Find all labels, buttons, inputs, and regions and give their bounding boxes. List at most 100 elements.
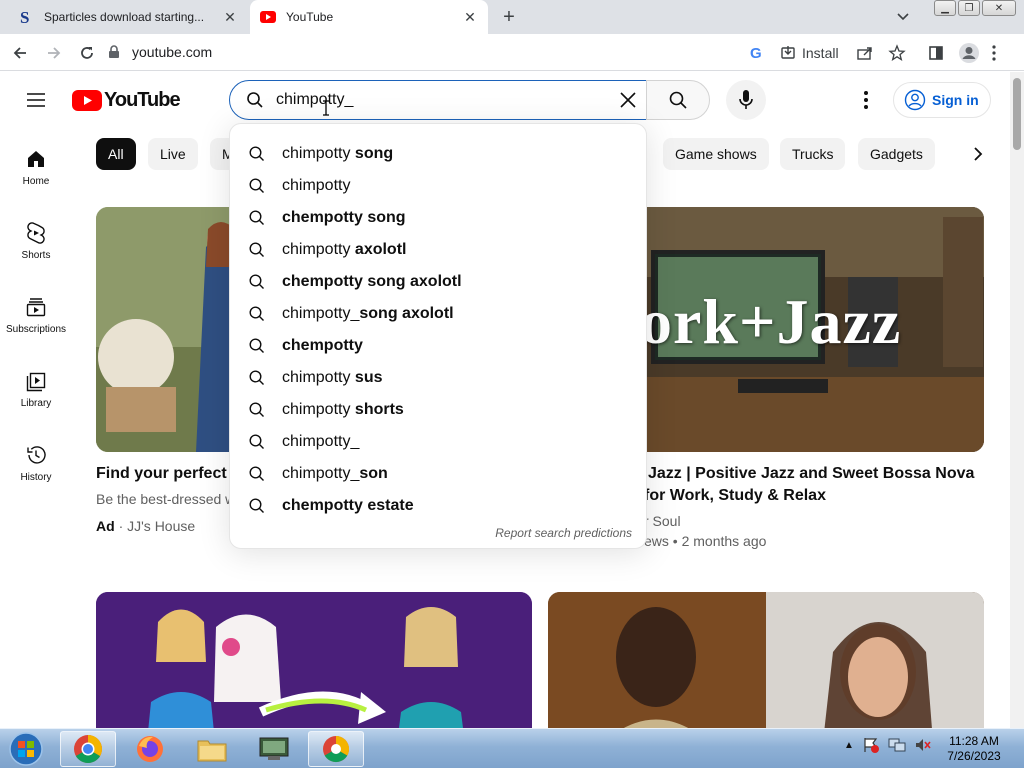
chip-trucks[interactable]: Trucks xyxy=(780,138,846,170)
firefox-icon xyxy=(137,736,163,762)
scrollbar-thumb[interactable] xyxy=(1013,78,1021,150)
suggestion-typed: chimpotty_ xyxy=(282,305,360,322)
search-button[interactable] xyxy=(646,80,710,120)
suggestion-item[interactable]: chempotty song xyxy=(230,202,646,234)
guide-item-library[interactable]: Library xyxy=(0,350,72,424)
voice-search-button[interactable] xyxy=(726,80,766,120)
side-panel-icon[interactable] xyxy=(928,41,944,65)
suggestion-text: chimpotty xyxy=(282,177,350,195)
menu-hamburger-icon[interactable] xyxy=(24,88,48,112)
suggestion-text: chempotty song axolotl xyxy=(282,273,462,291)
taskbar-chrome-alt-button[interactable] xyxy=(308,731,364,767)
guide-label: History xyxy=(20,472,52,483)
search-icon xyxy=(248,145,266,163)
show-hidden-icons-chevron-icon[interactable]: ▲ xyxy=(844,740,854,751)
clock-time: 11:28 AM xyxy=(949,734,999,748)
restore-button[interactable]: ❐ xyxy=(958,0,980,16)
volume-muted-icon[interactable] xyxy=(914,737,932,753)
windows-taskbar: ▲ 11:28 AM 7/26/2023 xyxy=(0,728,1024,768)
video-title[interactable]: Find your perfect R xyxy=(96,463,243,485)
suggestion-item[interactable]: chimpotty sus xyxy=(230,362,646,394)
close-tab-icon[interactable]: ✕ xyxy=(460,7,480,27)
suggestion-text: chempotty xyxy=(282,337,363,355)
chip-all[interactable]: All xyxy=(96,138,136,170)
svg-text:S: S xyxy=(20,9,29,25)
suggestion-completion: chempotty estate xyxy=(282,497,414,514)
chip-gadgets[interactable]: Gadgets xyxy=(858,138,935,170)
bookmark-star-icon[interactable] xyxy=(888,41,906,65)
sign-in-button[interactable]: Sign in xyxy=(893,82,991,118)
suggestion-item[interactable]: chimpotty_song axolotl xyxy=(230,298,646,330)
start-button[interactable] xyxy=(6,731,46,767)
suggestion-item[interactable]: chempotty estate xyxy=(230,490,646,522)
google-icon[interactable]: G xyxy=(749,41,765,65)
back-button[interactable] xyxy=(8,41,32,65)
search-icon xyxy=(248,433,266,451)
video-title-line2[interactable]: for Work, Study & Relax xyxy=(644,485,826,507)
tab-search-chevron-icon[interactable] xyxy=(896,9,914,25)
folder-icon xyxy=(197,740,227,762)
close-tab-icon[interactable]: ✕ xyxy=(220,7,240,27)
search-input[interactable]: chimpotty_ xyxy=(229,80,647,120)
video-stats: ews • 2 months ago xyxy=(644,533,767,549)
report-search-predictions-link[interactable]: Report search predictions xyxy=(495,526,632,540)
suggestion-item[interactable]: chimpotty song xyxy=(230,138,646,170)
tab-youtube[interactable]: YouTube ✕ xyxy=(250,0,488,34)
suggestion-completion: shorts xyxy=(350,401,404,418)
browser-menu-icon[interactable] xyxy=(992,41,996,65)
suggestion-item[interactable]: chempotty song axolotl xyxy=(230,266,646,298)
chevron-right-icon[interactable] xyxy=(966,142,990,166)
suggestion-text: chimpotty_son xyxy=(282,465,388,483)
search-icon xyxy=(248,465,266,483)
taskbar-explorer-button[interactable] xyxy=(184,731,240,767)
suggestion-item[interactable]: chimpotty axolotl xyxy=(230,234,646,266)
guide-item-shorts[interactable]: Shorts xyxy=(0,202,72,276)
suggestion-item[interactable]: chempotty xyxy=(230,330,646,362)
taskbar-firefox-button[interactable] xyxy=(122,731,178,767)
tab-sparticles[interactable]: S Sparticles download starting... ✕ xyxy=(8,0,248,34)
youtube-logo[interactable]: YouTube xyxy=(72,89,181,112)
guide-item-home[interactable]: Home xyxy=(0,128,72,202)
chrome-icon xyxy=(74,735,102,763)
thumbnail-overlay-text: ork+Jazz xyxy=(640,286,902,357)
install-icon xyxy=(781,46,795,59)
library-icon xyxy=(26,372,46,392)
suggestion-item[interactable]: chimpotty_son xyxy=(230,458,646,490)
video-channel[interactable]: r Soul xyxy=(644,513,681,529)
clear-search-icon[interactable] xyxy=(616,88,640,112)
chip-live[interactable]: Live xyxy=(148,138,198,170)
guide-item-history[interactable]: History xyxy=(0,424,72,498)
monitor-app-icon xyxy=(259,737,289,760)
guide-item-subscriptions[interactable]: Subscriptions xyxy=(0,276,72,350)
suggestion-item[interactable]: chimpotty_ xyxy=(230,426,646,458)
action-center-flag-icon[interactable] xyxy=(862,737,880,753)
video-title[interactable]: Jazz | Positive Jazz and Sweet Bossa Nov… xyxy=(648,463,974,485)
install-app-button[interactable]: Install xyxy=(780,41,839,65)
chip-game-shows[interactable]: Game shows xyxy=(663,138,769,170)
reload-button[interactable] xyxy=(75,41,99,65)
share-icon[interactable] xyxy=(856,41,874,65)
network-icon[interactable] xyxy=(888,737,906,753)
chrome-colored-icon xyxy=(323,735,350,763)
search-icon xyxy=(248,337,266,355)
address-bar[interactable]: youtube.com xyxy=(108,38,838,66)
new-tab-button[interactable]: + xyxy=(498,6,520,28)
forward-button[interactable] xyxy=(42,41,66,65)
window-close-button[interactable]: ✕ xyxy=(982,0,1016,16)
suggestion-item[interactable]: chimpotty shorts xyxy=(230,394,646,426)
profile-avatar-icon[interactable] xyxy=(958,41,980,65)
suggestion-text: chimpotty sus xyxy=(282,369,382,387)
suggestion-text: chempotty song xyxy=(282,209,406,227)
lock-icon[interactable] xyxy=(108,45,120,59)
search-icon xyxy=(246,91,264,109)
taskbar-chrome-button[interactable] xyxy=(60,731,116,767)
page-scrollbar[interactable] xyxy=(1010,72,1024,728)
settings-more-icon[interactable] xyxy=(854,88,878,112)
video-channel[interactable]: JJ's House xyxy=(127,518,195,534)
taskbar-app-button[interactable] xyxy=(246,731,302,767)
search-icon xyxy=(248,305,266,323)
guide-label: Library xyxy=(20,398,52,409)
minimize-button[interactable]: ▁ xyxy=(934,0,956,16)
suggestion-item[interactable]: chimpotty xyxy=(230,170,646,202)
system-clock[interactable]: 11:28 AM 7/26/2023 xyxy=(944,734,1004,764)
